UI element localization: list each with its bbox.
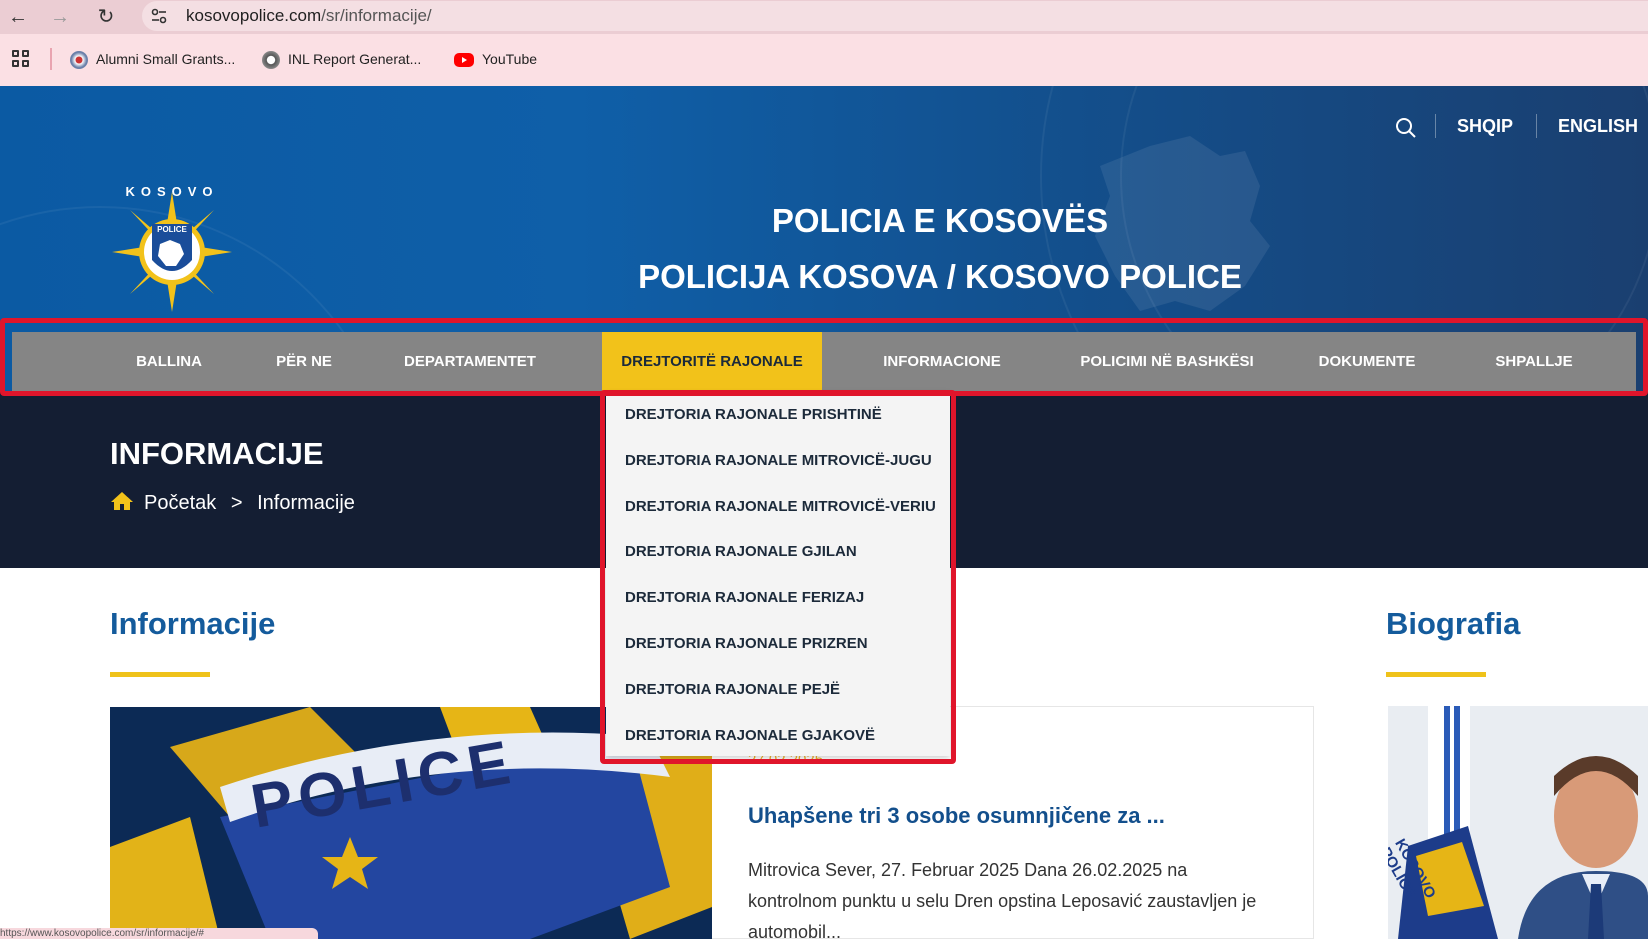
youtube-icon	[454, 53, 474, 68]
bookmarks-separator	[50, 48, 52, 70]
breadcrumb-current: Informacije	[257, 492, 355, 514]
news-title-link[interactable]: Uhapšene tri 3 osobe osumnjičene za ...	[748, 803, 1165, 829]
dropdown-highlight-box	[600, 390, 956, 764]
bio-section-heading: Biografia	[1386, 606, 1521, 641]
bio-photo[interactable]: KOSOVO POLICE	[1388, 706, 1648, 939]
topnav-divider	[1435, 114, 1436, 138]
logo-ring-text: KOSOVO	[125, 184, 219, 199]
topnav-divider	[1536, 114, 1537, 138]
site-title-line1: POLICIA E KOSOVËS	[771, 202, 1109, 239]
menu-highlight-box	[0, 318, 1648, 396]
forward-arrow-icon[interactable]: →	[46, 3, 74, 31]
browser-toolbar: ← → ↻ kosovopolice.com/sr/informacije/	[0, 0, 1648, 34]
bookmarks-bar: Alumni Small Grants... INL Report Genera…	[0, 34, 1648, 86]
search-icon[interactable]	[1394, 116, 1418, 140]
home-icon	[110, 491, 134, 511]
status-bar-url: https://www.kosovopolice.com/sr/informac…	[0, 928, 318, 939]
site-title-line2: POLICIJA KOSOVA / KOSOVO POLICE	[638, 258, 1242, 295]
site-settings-icon[interactable]	[150, 7, 168, 25]
address-url: kosovopolice.com/sr/informacije/	[186, 6, 432, 25]
bookmark-alumni-grants[interactable]: Alumni Small Grants...	[70, 48, 235, 70]
reload-icon[interactable]: ↻	[92, 3, 120, 31]
lang-english-link[interactable]: ENGLISH	[1558, 116, 1638, 137]
news-section-heading: Informacije	[110, 606, 276, 641]
heading-underline	[1386, 672, 1486, 677]
breadcrumb-separator: >	[230, 492, 243, 514]
back-arrow-icon[interactable]: ←	[4, 3, 32, 31]
address-bar[interactable]: kosovopolice.com/sr/informacije/	[142, 1, 1648, 31]
breadcrumb: Početak > Informacije	[110, 491, 355, 515]
seal-icon	[70, 51, 88, 70]
heading-underline	[110, 672, 210, 677]
seal-icon	[262, 51, 280, 70]
news-excerpt: Mitrovica Sever, 27. Februar 2025 Dana 2…	[748, 860, 1257, 939]
apps-grid-icon[interactable]	[12, 50, 32, 70]
page-title: INFORMACIJE	[110, 436, 324, 471]
bookmark-inl-report[interactable]: INL Report Generat...	[262, 48, 421, 70]
breadcrumb-home-link[interactable]: Početak	[144, 492, 216, 514]
bookmark-youtube[interactable]: YouTube	[454, 48, 537, 70]
lang-shqip-link[interactable]: SHQIP	[1457, 116, 1513, 137]
